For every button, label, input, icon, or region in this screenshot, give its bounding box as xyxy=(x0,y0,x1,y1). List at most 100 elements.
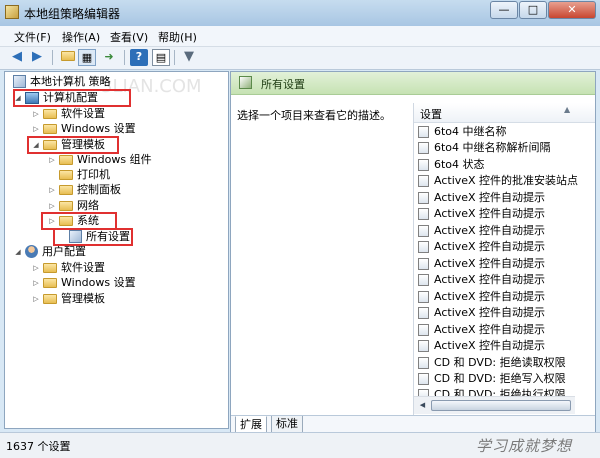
toolbar-separator xyxy=(52,50,53,65)
tree-label: 管理模板 xyxy=(61,292,105,305)
list-item[interactable]: ActiveX 控件自动提示 xyxy=(418,289,545,305)
computer-icon xyxy=(25,92,39,104)
tree-label: 计算机配置 xyxy=(43,91,98,104)
back-button[interactable]: ◀ xyxy=(8,49,26,66)
forward-button[interactable]: ▶ xyxy=(28,49,46,66)
collapse-triangle-icon[interactable]: ◢ xyxy=(13,90,23,106)
details-title: 所有设置 xyxy=(261,78,305,91)
list-item[interactable]: 6to4 中继名称解析间隔 xyxy=(418,140,551,156)
gpedit-window: 本地组策略编辑器 — □ ✕ 文件(F) 操作(A) 查看(V) 帮助(H) ◀… xyxy=(0,0,600,458)
expand-triangle-icon[interactable]: ▷ xyxy=(31,260,41,276)
tree-item-admin-templates[interactable]: ◢ 管理模板 xyxy=(31,137,105,153)
export-list-button[interactable]: ➜ xyxy=(100,49,118,66)
list-item[interactable]: ActiveX 控件自动提示 xyxy=(418,223,545,239)
list-item[interactable]: ActiveX 控件自动提示 xyxy=(418,256,545,272)
menu-action[interactable]: 操作(A) xyxy=(62,29,100,45)
folder-icon xyxy=(43,278,57,288)
menu-file[interactable]: 文件(F) xyxy=(14,29,51,45)
list-item[interactable]: ActiveX 控件自动提示 xyxy=(418,190,545,206)
gpedit-app-icon xyxy=(5,5,19,19)
scroll-left-icon[interactable]: ◀ xyxy=(415,398,430,413)
watermark-text: 3LIAN.COM xyxy=(101,76,202,97)
collapse-triangle-icon[interactable]: ◢ xyxy=(13,244,23,260)
setting-icon xyxy=(418,159,429,171)
expand-triangle-icon[interactable]: ▷ xyxy=(47,152,57,168)
list-item[interactable]: ActiveX 控件自动提示 xyxy=(418,206,545,222)
expand-triangle-icon[interactable]: ▷ xyxy=(31,106,41,122)
expand-triangle-icon[interactable]: ▷ xyxy=(31,275,41,291)
scroll-thumb[interactable] xyxy=(431,400,571,411)
properties-button[interactable]: ▤ xyxy=(152,49,170,66)
show-hide-tree-button[interactable]: ▦ xyxy=(78,49,96,66)
expand-triangle-icon[interactable]: ▷ xyxy=(31,121,41,137)
tree-item-printers[interactable]: 打印机 xyxy=(47,167,110,183)
expand-triangle-icon[interactable]: ▷ xyxy=(47,213,57,229)
settings-count: 1637 个设置 xyxy=(6,440,71,453)
details-pane: 所有设置 选择一个项目来查看它的描述。 设置 ▲ 6to4 中继名称 6to4 … xyxy=(230,71,596,433)
properties-icon: ▤ xyxy=(155,51,167,64)
title-bar[interactable]: 本地组策略编辑器 — □ ✕ xyxy=(0,0,600,26)
maximize-button[interactable]: □ xyxy=(519,1,547,19)
tree-pane[interactable]: 3LIAN.COM 本地计算机 策略 ◢ 计算机配置 ▷ 软件设置 ▷ Windows… xyxy=(4,71,229,429)
tree-item-user-admin-templates[interactable]: ▷ 管理模板 xyxy=(31,291,105,307)
settings-list[interactable]: 设置 ▲ 6to4 中继名称 6to4 中继名称解析间隔 6to4 状态 Act… xyxy=(413,103,595,415)
setting-icon xyxy=(418,241,429,253)
list-item[interactable]: ActiveX 控件的批准安装站点 xyxy=(418,173,578,189)
help-icon: ? xyxy=(135,50,143,63)
menu-help[interactable]: 帮助(H) xyxy=(158,29,197,45)
horizontal-scrollbar[interactable]: ◀ xyxy=(414,396,575,414)
expand-triangle-icon[interactable]: ▷ xyxy=(31,291,41,307)
list-item[interactable]: CD 和 DVD: 拒绝读取权限 xyxy=(418,355,566,371)
tree-item-local-policy[interactable]: 本地计算机 策略 xyxy=(11,74,111,90)
tree-item-system[interactable]: ▷ 系统 xyxy=(47,213,99,229)
tree-item-control-panel[interactable]: ▷ 控制面板 xyxy=(47,182,121,198)
tree-label: 打印机 xyxy=(77,168,110,181)
tab-extended[interactable]: 扩展 xyxy=(235,416,267,432)
minimize-button[interactable]: — xyxy=(490,1,518,19)
tree-item-computer-config[interactable]: ◢ 计算机配置 xyxy=(13,90,98,106)
description-text: 选择一个项目来查看它的描述。 xyxy=(237,109,391,122)
setting-icon xyxy=(418,291,429,303)
list-item[interactable]: 6to4 中继名称 xyxy=(418,124,507,140)
settings-list-icon xyxy=(239,76,252,89)
up-one-level-button[interactable] xyxy=(58,49,76,66)
toolbar: ◀ ▶ ▦ ➜ ? ▤ ▼ xyxy=(0,47,600,70)
folder-icon xyxy=(59,170,73,180)
folder-icon xyxy=(43,140,57,150)
tree-label: 用户配置 xyxy=(42,245,86,258)
column-header-setting[interactable]: 设置 ▲ xyxy=(414,103,595,123)
folder-icon xyxy=(59,201,73,211)
help-button[interactable]: ? xyxy=(130,49,148,66)
forward-arrow-icon: ▶ xyxy=(32,49,42,64)
list-item[interactable]: ActiveX 控件自动提示 xyxy=(418,239,545,255)
tree-item-windows-components[interactable]: ▷ Windows 组件 xyxy=(47,152,151,168)
setting-icon xyxy=(418,307,429,319)
list-item[interactable]: ActiveX 控件自动提示 xyxy=(418,322,545,338)
tree-item-user-windows-settings[interactable]: ▷ Windows 设置 xyxy=(31,275,135,291)
tree-label: 管理模板 xyxy=(61,138,105,151)
list-item[interactable]: ActiveX 控件自动提示 xyxy=(418,338,545,354)
menu-view[interactable]: 查看(V) xyxy=(110,29,148,45)
brand-watermark: 学习成就梦想 xyxy=(476,437,573,455)
list-item[interactable]: ActiveX 控件自动提示 xyxy=(418,305,545,321)
export-list-icon: ➜ xyxy=(104,50,114,63)
tree-item-software-settings[interactable]: ▷ 软件设置 xyxy=(31,106,105,122)
expand-triangle-icon[interactable]: ▷ xyxy=(47,182,57,198)
tab-standard[interactable]: 标准 xyxy=(271,416,303,432)
tree-item-user-config[interactable]: ◢ 用户配置 xyxy=(13,244,86,260)
tree-item-network[interactable]: ▷ 网络 xyxy=(47,198,99,214)
close-button[interactable]: ✕ xyxy=(548,1,596,19)
folder-icon xyxy=(59,155,73,165)
tree-label: 控制面板 xyxy=(77,183,121,196)
list-item[interactable]: CD 和 DVD: 拒绝写入权限 xyxy=(418,371,566,387)
tree-item-windows-settings[interactable]: ▷ Windows 设置 xyxy=(31,121,135,137)
list-item[interactable]: 6to4 状态 xyxy=(418,157,485,173)
tree-item-user-software-settings[interactable]: ▷ 软件设置 xyxy=(31,260,105,276)
list-item[interactable]: ActiveX 控件自动提示 xyxy=(418,272,545,288)
folder-icon xyxy=(59,216,73,226)
filter-button[interactable]: ▼ xyxy=(180,49,198,66)
policy-icon xyxy=(13,75,26,88)
tree-item-all-settings[interactable]: 所有设置 xyxy=(57,229,130,245)
collapse-triangle-icon[interactable]: ◢ xyxy=(31,137,41,153)
expand-triangle-icon[interactable]: ▷ xyxy=(47,198,57,214)
